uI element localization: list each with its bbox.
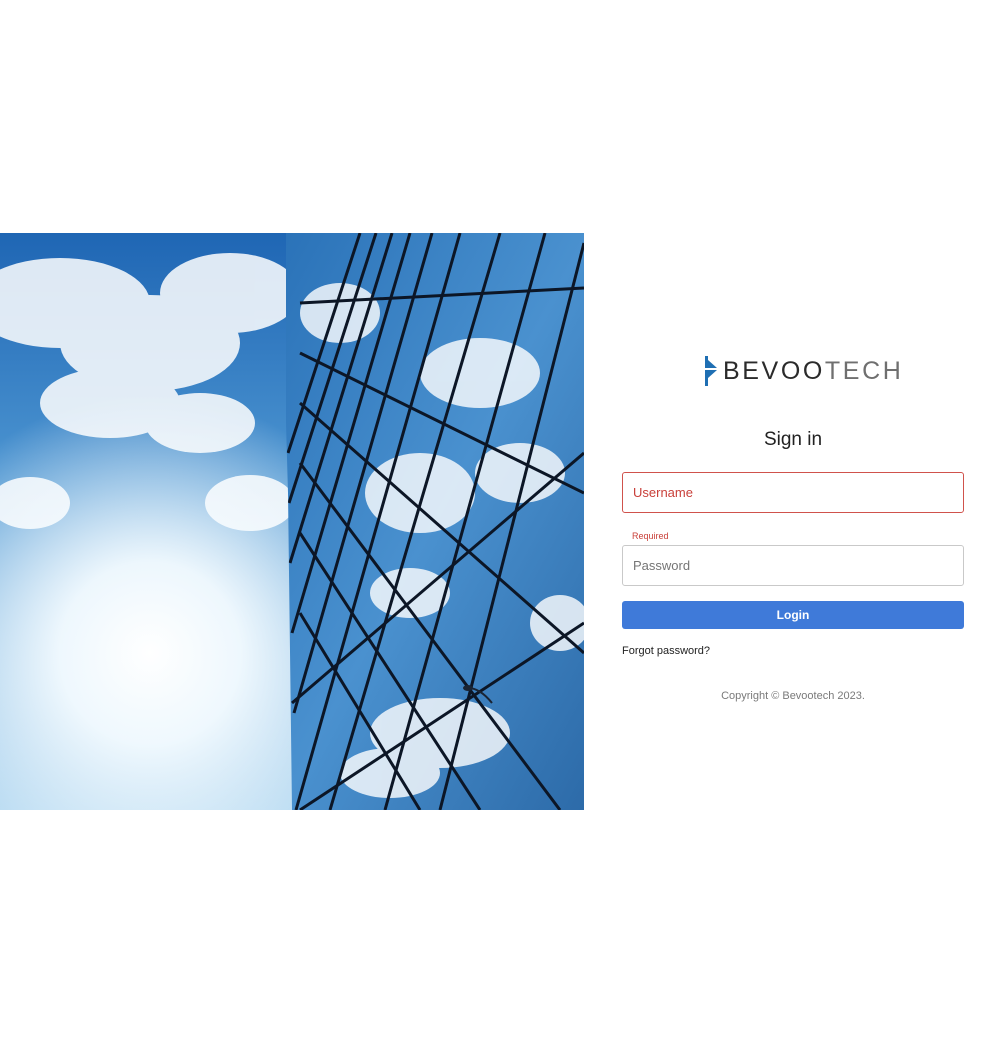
building-sky-photo-icon [0,233,584,810]
brand-name: BEVOOTECH [723,354,903,388]
brand-name-part-1: BEVOO [723,357,825,385]
hero-image [0,233,584,810]
login-page: BEVOOTECH Sign in Required Login Forgot … [0,0,1000,1040]
copyright-text: Copyright © Bevootech 2023. [721,690,865,702]
brand-logo: BEVOOTECH [704,354,903,388]
page-title: Sign in [763,429,823,450]
password-input[interactable] [622,545,964,586]
play-mark-icon [705,356,717,386]
username-required-error: Required [632,531,669,541]
login-button[interactable]: Login [622,601,964,629]
brand-name-part-2: TECH [824,357,904,385]
username-input[interactable] [622,472,964,513]
forgot-password-link[interactable]: Forgot password? [622,645,710,657]
